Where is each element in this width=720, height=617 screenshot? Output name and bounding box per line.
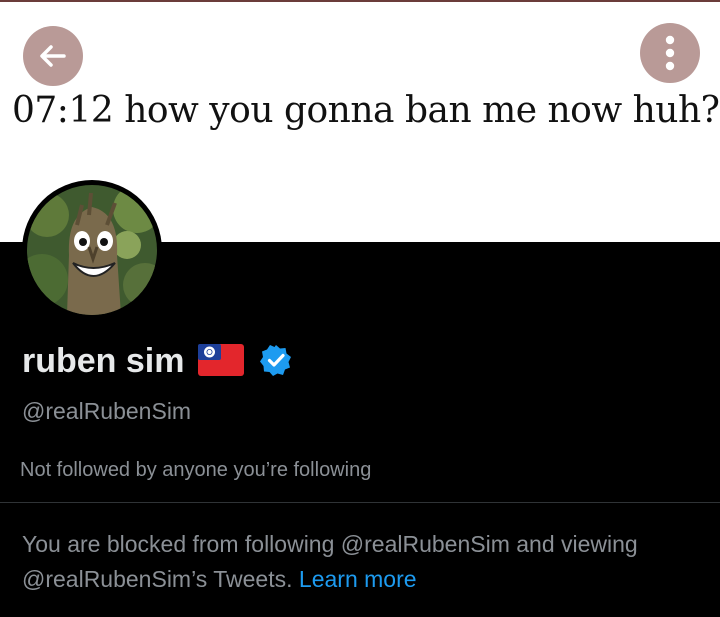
banner-text: 07:12 how you gonna ban me now huh? — [12, 90, 720, 131]
user-handle: @realRubenSim — [22, 398, 192, 424]
arrow-left-icon — [40, 45, 66, 67]
avatar[interactable] — [22, 180, 162, 320]
followed-by-note: Not followed by anyone you’re following — [20, 459, 372, 481]
back-button[interactable] — [23, 26, 83, 86]
divider — [0, 502, 720, 503]
more-vertical-icon — [665, 35, 675, 71]
more-options-button[interactable] — [640, 23, 700, 83]
blocked-notice: You are blocked from following @realRube… — [22, 527, 682, 597]
verified-badge-icon — [260, 344, 292, 380]
name-row: ruben sim — [22, 342, 292, 381]
display-name: ruben sim — [22, 342, 185, 380]
taiwan-flag-icon — [198, 343, 245, 380]
learn-more-link[interactable]: Learn more — [299, 566, 417, 592]
avatar-image — [27, 185, 157, 315]
